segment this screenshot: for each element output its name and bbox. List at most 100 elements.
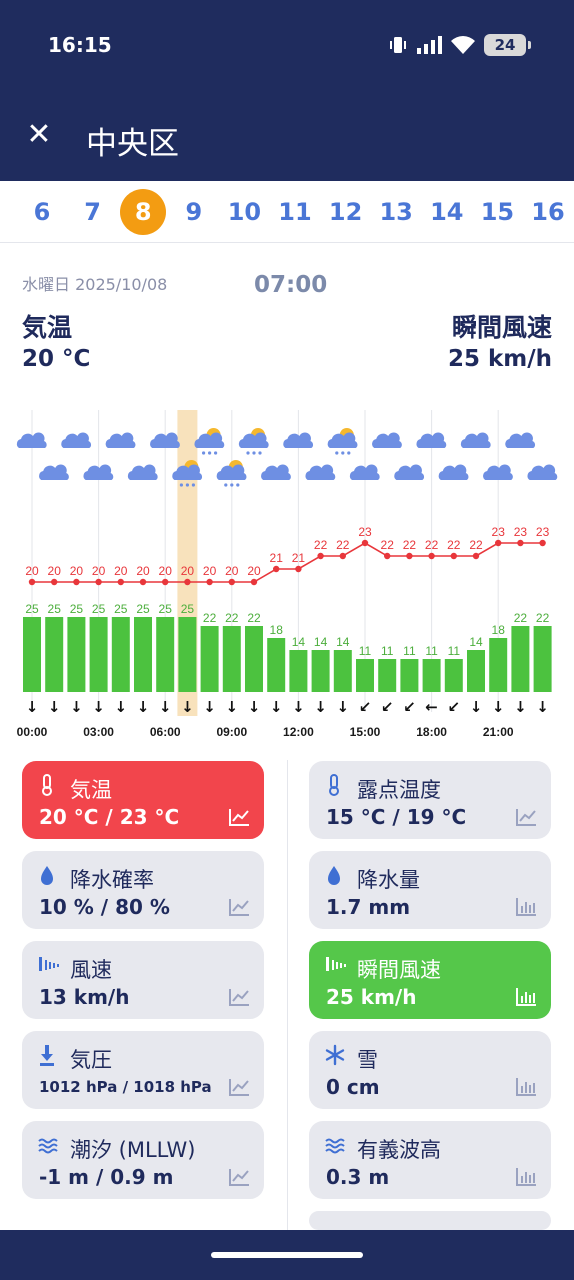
drop-icon [38, 863, 56, 887]
gust-bar [222, 626, 241, 692]
metric-card-7[interactable]: 雪 0 cm [309, 1031, 551, 1109]
gust-value-label: 11 [381, 644, 394, 658]
gust-bar [45, 617, 64, 692]
cloud-icon [61, 432, 92, 448]
wind-direction-arrow: ↙ [448, 698, 461, 716]
gust-value-label: 25 [25, 602, 39, 616]
bar-chart-icon[interactable] [515, 897, 537, 917]
gust-value-label: 25 [136, 602, 150, 616]
gust-bar [156, 617, 175, 692]
wind-icon [325, 953, 346, 977]
bar-chart-icon[interactable] [515, 1077, 537, 1097]
app-header: 16:15 24 ✕ 中央区 [0, 0, 574, 181]
day-8[interactable]: 8 [120, 189, 167, 235]
metric-card-partial[interactable] [309, 1211, 551, 1230]
day-15[interactable]: 15 [474, 189, 520, 235]
temperature-value-label: 20 [25, 564, 39, 578]
metric-card-9[interactable]: 有義波高 0.3 m [309, 1121, 551, 1199]
day-7[interactable]: 7 [70, 189, 116, 235]
metric-value: 0.3 m [326, 1165, 390, 1189]
temperature-point [117, 578, 125, 586]
day-14[interactable]: 14 [424, 189, 470, 235]
gust-value-label: 22 [536, 611, 550, 625]
day-9[interactable]: 9 [171, 189, 217, 235]
day-12[interactable]: 12 [323, 189, 369, 235]
status-icons: 24 [388, 34, 531, 56]
wind-direction-arrow: ↓ [270, 698, 283, 716]
line-chart-icon[interactable] [228, 987, 250, 1007]
gust-bar [67, 617, 86, 692]
home-gesture-handle[interactable] [211, 1252, 363, 1258]
metric-card-6[interactable]: 気圧 1012 hPa / 1018 hPa [22, 1031, 264, 1109]
temperature-point [406, 552, 413, 560]
bar-chart-icon[interactable] [515, 987, 537, 1007]
temperature-value-label: 22 [336, 538, 350, 552]
metric-value: 13 km/h [39, 985, 130, 1009]
line-chart-icon[interactable] [228, 1077, 250, 1097]
temperature-point [184, 578, 191, 586]
metric-card-3[interactable]: 降水量 1.7 mm [309, 851, 551, 929]
day-10[interactable]: 10 [221, 189, 267, 235]
temperature-value-label: 20 [181, 564, 195, 578]
metric-value: 10 % / 80 % [39, 895, 170, 919]
bar-chart-icon[interactable] [515, 1167, 537, 1187]
gust-value-label: 25 [48, 602, 62, 616]
metric-label: 瞬間風速 [357, 958, 441, 982]
temperature-point [472, 552, 480, 560]
metric-label: 風速 [70, 958, 112, 982]
temperature-point [339, 552, 346, 560]
metric-card-0[interactable]: 気温 20 °C / 23 °C [22, 761, 264, 839]
metric-card-4[interactable]: 風速 13 km/h [22, 941, 264, 1019]
line-chart-icon[interactable] [515, 807, 537, 827]
wind-direction-arrow: ↙ [381, 698, 394, 716]
gust-value-label: 18 [270, 623, 284, 637]
wind-icon [38, 953, 59, 977]
line-chart-icon[interactable] [228, 897, 250, 917]
metric-value: 25 km/h [326, 985, 417, 1009]
gust-value-label: 25 [181, 602, 195, 616]
gust-value-label: 22 [247, 611, 261, 625]
temperature-value-label: 23 [536, 525, 550, 539]
wind-direction-arrow: ↓ [470, 698, 483, 716]
sun-rain-cloud-icon [238, 428, 269, 455]
gust-value-label: 11 [425, 644, 438, 658]
day-16[interactable]: 16 [525, 189, 571, 235]
line-chart-icon[interactable] [228, 807, 250, 827]
gust-bar [89, 617, 108, 692]
wind-direction-arrow: ↓ [159, 698, 172, 716]
metric-card-1[interactable]: 露点温度 15 °C / 19 °C [309, 761, 551, 839]
wind-direction-arrow: ↓ [70, 698, 83, 716]
wind-direction-arrow: ↓ [248, 698, 261, 716]
x-tick-label: 00:00 [17, 725, 48, 739]
day-selector: 6 7 8 9 10 11 12 13 14 15 16 [0, 181, 574, 243]
day-13[interactable]: 13 [373, 189, 419, 235]
wind-direction-arrow: ↓ [226, 698, 239, 716]
cloud-icon [394, 464, 425, 480]
metric-value: 1012 hPa / 1018 hPa [39, 1078, 212, 1096]
gust-bar [23, 617, 41, 692]
day-6[interactable]: 6 [19, 189, 65, 235]
x-tick-label: 03:00 [83, 725, 114, 739]
cloud-icon [127, 464, 158, 480]
metric-card-5[interactable]: 瞬間風速 25 km/h [309, 941, 551, 1019]
gust-bar [511, 626, 530, 692]
cloud-icon [372, 432, 402, 448]
metric-value: 0 cm [326, 1075, 380, 1099]
temperature-point [28, 578, 36, 586]
close-button[interactable]: ✕ [22, 118, 56, 152]
wind-direction-arrow: ↓ [492, 698, 505, 716]
metric-card-2[interactable]: 降水確率 10 % / 80 % [22, 851, 264, 929]
day-11[interactable]: 11 [272, 189, 318, 235]
drop-icon [325, 863, 343, 887]
line-chart-icon[interactable] [228, 1167, 250, 1187]
metric-card-8[interactable]: 潮汐 (MLLW) -1 m / 0.9 m [22, 1121, 264, 1199]
gust-value-label: 11 [448, 644, 461, 658]
temperature-point [162, 578, 169, 586]
hourly-chart[interactable]: 25 25 25 25 25 25 25 25 22 22 22 18 14 14 14 11 11 11 11 11… [0, 400, 574, 745]
metric-label: 降水量 [357, 868, 420, 892]
metric-value: 20 °C / 23 °C [39, 805, 180, 829]
signal-icon [417, 36, 442, 54]
temperature-value-label: 22 [447, 538, 461, 552]
gust-bar [444, 659, 463, 692]
navigation-bar [0, 1230, 574, 1280]
